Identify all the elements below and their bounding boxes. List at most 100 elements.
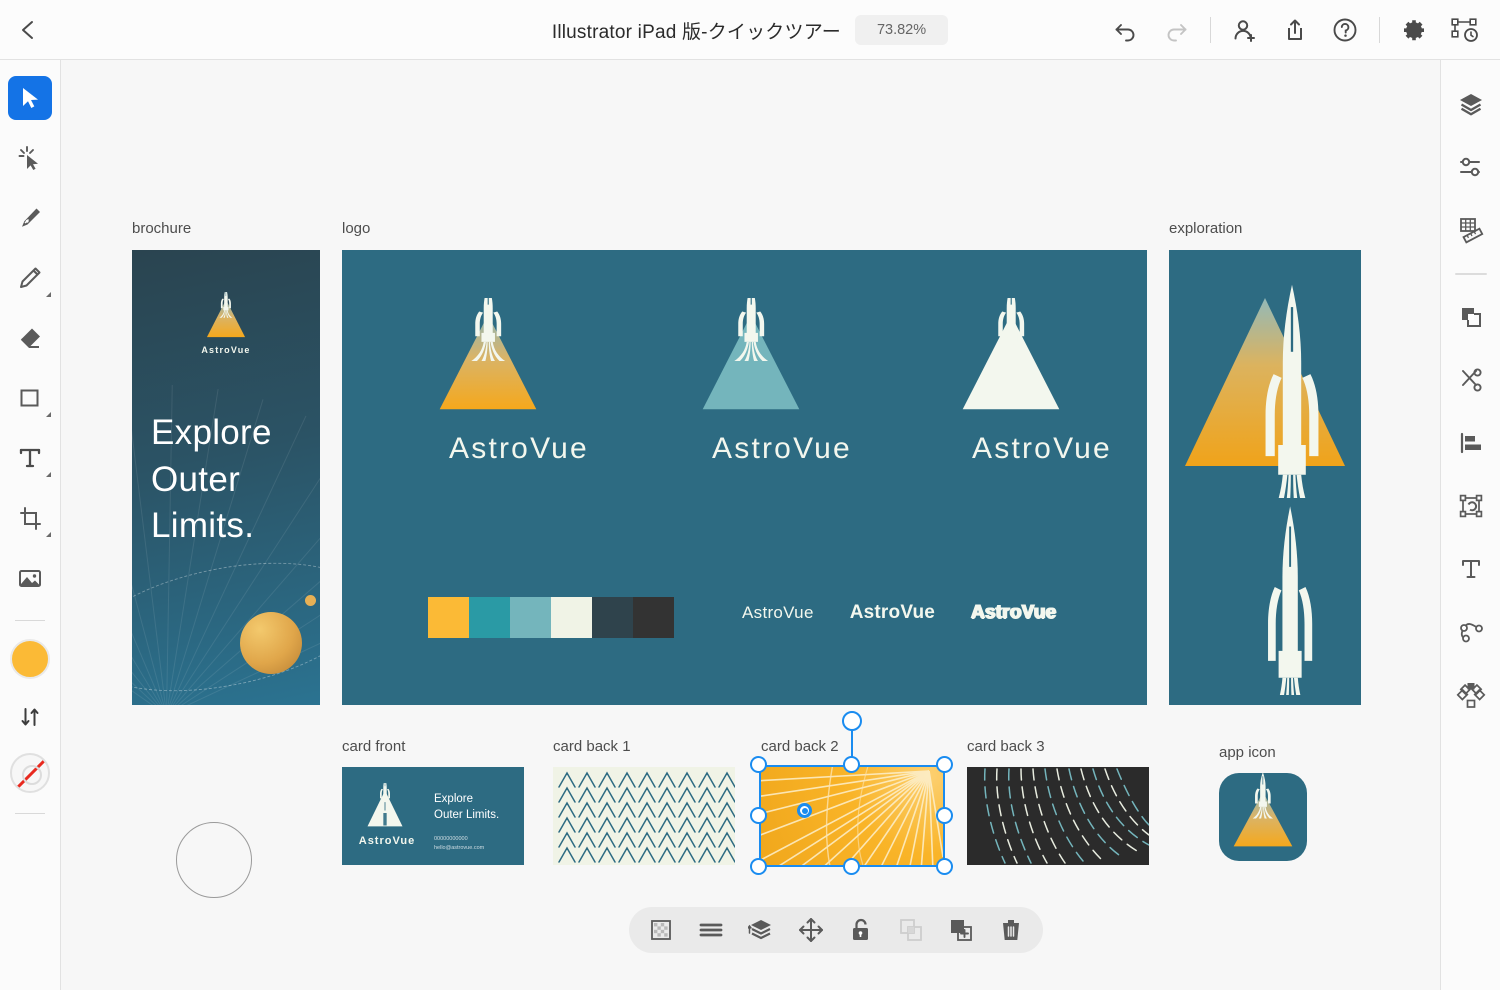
path-curve-icon[interactable] — [1449, 610, 1493, 654]
card-front-email: hello@astrovue.com — [434, 845, 485, 852]
card-front-tagline: Explore Outer Limits. — [434, 793, 500, 821]
artboard-exploration[interactable] — [1169, 250, 1361, 705]
top-toolbar-icons — [1104, 0, 1486, 60]
opacity-icon[interactable] — [643, 912, 679, 948]
properties-panel-icon[interactable] — [1449, 145, 1493, 189]
type-tool[interactable] — [8, 436, 52, 480]
exploration-rocket-solid — [1169, 495, 1361, 695]
astrovue-rocket-white-icon — [367, 783, 403, 827]
undo-icon[interactable] — [1104, 8, 1148, 52]
add-collaborator-icon[interactable] — [1223, 8, 1267, 52]
arrange-icon[interactable] — [743, 912, 779, 948]
swap-fill-stroke-button[interactable] — [8, 695, 52, 739]
card-front-logo: AstroVue — [356, 783, 418, 847]
swatch-cream[interactable] — [551, 597, 592, 638]
logo-variant-teal[interactable]: AstroVue — [677, 298, 887, 466]
duplicate-icon[interactable] — [943, 912, 979, 948]
selection-handle-bottom-left[interactable] — [750, 858, 767, 875]
astrovue-rocket-teal-icon — [702, 298, 800, 410]
delete-icon[interactable] — [993, 912, 1029, 948]
selection-handle-top-right[interactable] — [936, 756, 953, 773]
artboard-app-icon[interactable] — [1219, 773, 1307, 861]
tool-more-corner — [46, 532, 51, 537]
stroke-swatch-none[interactable] — [10, 753, 50, 793]
toolbar-divider-2 — [1379, 17, 1380, 43]
move-transform-icon[interactable] — [793, 912, 829, 948]
wordmark-extrabold: AstroVue — [971, 602, 1057, 623]
selection-handle-middle-right[interactable] — [936, 807, 953, 824]
logo-wordmark: AstroVue — [972, 432, 1112, 465]
eraser-tool[interactable] — [8, 316, 52, 360]
artboard-label-card-back-2: card back 2 — [761, 738, 839, 755]
image-icon — [19, 570, 41, 587]
back-button[interactable] — [0, 0, 56, 60]
center-anchor-point[interactable] — [797, 803, 812, 818]
artboard-card-back-3[interactable] — [967, 767, 1149, 865]
grid-ruler-icon[interactable] — [1449, 208, 1493, 252]
swatch-teal[interactable] — [469, 597, 510, 638]
fill-color-swatch[interactable] — [8, 637, 52, 681]
selection-handle-bottom-right[interactable] — [936, 858, 953, 875]
astrovue-rocket-icon — [206, 292, 246, 338]
settings-icon[interactable] — [1392, 8, 1436, 52]
artboard-label-card-front: card front — [342, 738, 406, 755]
selection-handle-middle-left[interactable] — [750, 807, 767, 824]
logo-variant-gradient[interactable]: AstroVue — [414, 298, 624, 466]
wordmark-variants: AstroVue AstroVue AstroVue — [742, 602, 1056, 624]
image-tool[interactable] — [8, 556, 52, 600]
text-panel-icon[interactable] — [1449, 547, 1493, 591]
swatch-light-teal[interactable] — [510, 597, 551, 638]
artboard-logo[interactable]: AstroVue AstroVue AstroVue AstroVue Astr… — [342, 250, 1147, 705]
unlock-icon[interactable] — [843, 912, 879, 948]
canvas-area[interactable]: brochure AstroVue Explore Outer Limits. … — [61, 60, 1440, 990]
artboard-card-back-1[interactable] — [553, 767, 735, 865]
rectangle-tool[interactable] — [8, 376, 52, 420]
transform-icon[interactable] — [1449, 484, 1493, 528]
swatch-dark-slate[interactable] — [592, 597, 633, 638]
layers-panel-icon[interactable] — [1449, 82, 1493, 126]
selection-arrow-icon — [23, 88, 38, 108]
canvas-circle-shape[interactable] — [176, 822, 252, 898]
right-toolbar-divider — [1454, 273, 1487, 275]
toolbar-divider-2 — [15, 813, 45, 814]
zoom-level-chip[interactable]: 73.82% — [854, 15, 949, 45]
align-icon[interactable] — [1449, 421, 1493, 465]
brochure-moon — [305, 595, 316, 606]
selection-handle-bottom-center[interactable] — [843, 858, 860, 875]
repeat-radial-icon[interactable] — [1449, 673, 1493, 717]
magic-wand-tool[interactable] — [8, 136, 52, 180]
artboard-brochure[interactable]: AstroVue Explore Outer Limits. — [132, 250, 320, 705]
wordmark-light: AstroVue — [742, 603, 814, 622]
pen-tool[interactable] — [8, 196, 52, 240]
align-menu-icon[interactable] — [693, 912, 729, 948]
swatch-dark-gray[interactable] — [633, 597, 674, 638]
rotation-handle[interactable] — [842, 711, 862, 731]
selection-handle-top-left[interactable] — [750, 756, 767, 773]
pencil-tool[interactable] — [8, 256, 52, 300]
brochure-logo: AstroVue — [199, 292, 253, 355]
curved-dash-pattern — [983, 768, 1149, 864]
logo-wordmark: AstroVue — [449, 432, 589, 465]
scissors-icon[interactable] — [1449, 358, 1493, 402]
artboard-card-front[interactable]: AstroVue Explore Outer Limits. 0000000000… — [342, 767, 524, 865]
selection-tool[interactable] — [8, 76, 52, 120]
selection-handle-top-center[interactable] — [843, 756, 860, 773]
chevron-left-icon — [22, 20, 33, 39]
pathfinder-icon[interactable] — [1449, 295, 1493, 339]
chevron-pattern — [558, 771, 735, 863]
swatch-amber[interactable] — [428, 597, 469, 638]
color-swatch-strip[interactable] — [428, 597, 674, 638]
help-icon[interactable] — [1323, 8, 1367, 52]
fill-swatch-circle[interactable] — [10, 639, 50, 679]
card-front-wordmark: AstroVue — [358, 835, 416, 847]
preview-publish-icon[interactable] — [1442, 8, 1486, 52]
top-bar: Illustrator iPad 版-クイックツアー 73.82% — [0, 0, 1500, 60]
artboard-label-exploration: exploration — [1169, 220, 1243, 237]
artboard-tool[interactable] — [8, 496, 52, 540]
stroke-color-swatch[interactable] — [8, 751, 52, 795]
redo-icon[interactable] — [1154, 8, 1198, 52]
tool-more-corner — [46, 412, 51, 417]
logo-variant-cream[interactable]: AstroVue — [937, 298, 1147, 466]
share-icon[interactable] — [1273, 8, 1317, 52]
selection-overlay[interactable] — [750, 711, 953, 875]
